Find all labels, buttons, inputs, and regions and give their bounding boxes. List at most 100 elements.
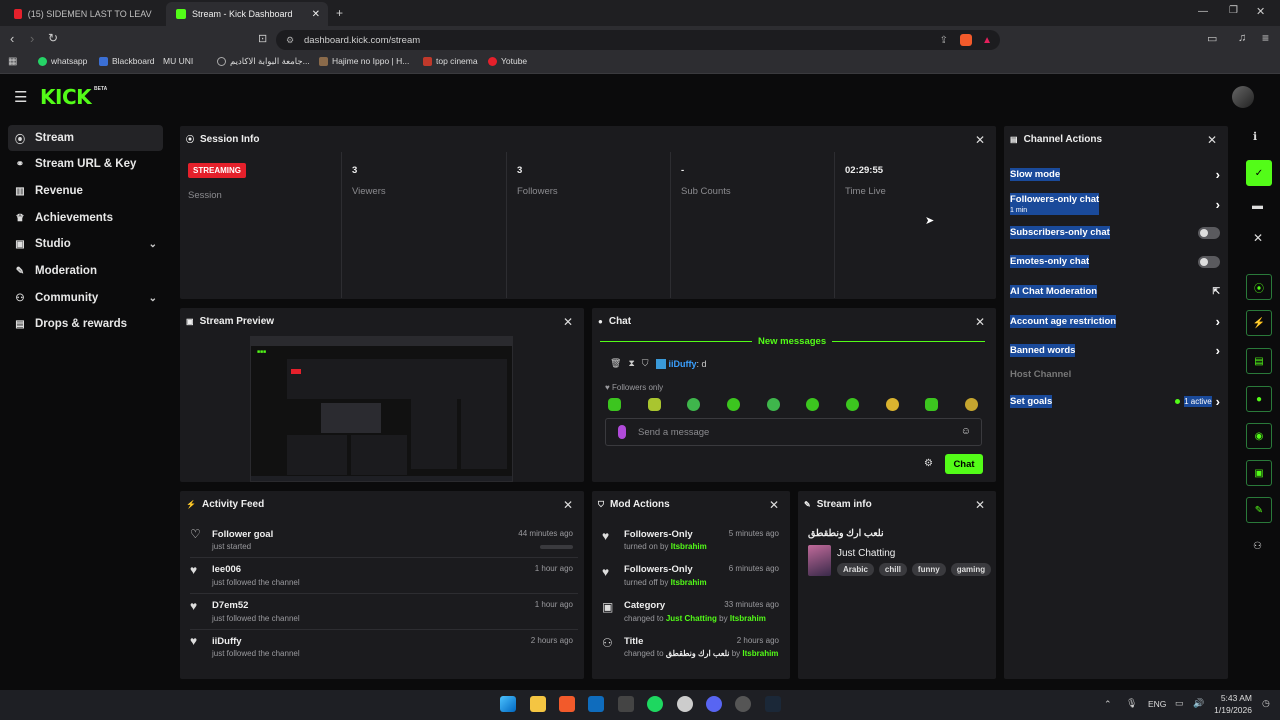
brave-shield-icon[interactable] bbox=[960, 34, 972, 46]
sidebar-item-achievements[interactable]: ♛ Achievements bbox=[8, 205, 163, 231]
broadcast-widget-button[interactable]: ◉ bbox=[1246, 423, 1272, 449]
bookmark-icon[interactable]: ⊡ bbox=[258, 32, 267, 45]
file-explorer-icon[interactable] bbox=[530, 696, 546, 712]
steelseries-icon[interactable] bbox=[677, 696, 693, 712]
banned-words-item[interactable]: Banned words › bbox=[1010, 343, 1220, 358]
account-age-item[interactable]: Account age restriction › bbox=[1010, 314, 1220, 329]
close-icon[interactable]: ✕ bbox=[975, 315, 985, 329]
sidebar-item-stream[interactable]: ⦿ Stream bbox=[8, 125, 163, 151]
share-icon[interactable]: ⇪ bbox=[940, 35, 948, 46]
language-indicator[interactable]: ENG bbox=[1148, 699, 1166, 709]
chat-input[interactable]: Send a message ☺ bbox=[605, 418, 982, 446]
emote-icon[interactable] bbox=[925, 398, 939, 411]
menu-icon[interactable]: ≡ bbox=[1262, 31, 1269, 45]
network-icon[interactable]: ▭ bbox=[1175, 698, 1184, 709]
emote-icon[interactable] bbox=[687, 398, 701, 411]
address-bar[interactable]: ⚙ dashboard.kick.com/stream ⇪ ▲ bbox=[276, 30, 1000, 50]
close-icon[interactable]: ✕ bbox=[563, 315, 573, 329]
sidebar-item-studio[interactable]: ▣ Studio ⌄ bbox=[8, 231, 163, 257]
close-icon[interactable]: ✕ bbox=[769, 498, 779, 512]
wrench-widget-button[interactable]: ✎ bbox=[1246, 497, 1272, 523]
microphone-icon[interactable] bbox=[618, 425, 626, 439]
followers-only-item[interactable]: Followers-only chat 1 min › bbox=[1010, 192, 1220, 216]
back-icon[interactable]: ‹ bbox=[10, 31, 14, 46]
emotes-only-item[interactable]: Emotes-only chat bbox=[1010, 255, 1220, 268]
app-icon[interactable] bbox=[735, 696, 751, 712]
sidebar-item-moderation[interactable]: ✎ Moderation bbox=[8, 258, 163, 284]
bookmark-item[interactable]: Hajime no Ippo | H... bbox=[319, 56, 409, 66]
brave-rewards-icon[interactable]: ▲ bbox=[982, 35, 992, 46]
windows-start-icon[interactable] bbox=[500, 696, 516, 712]
info-widget-button[interactable]: ▣ bbox=[1246, 460, 1272, 486]
emote-icon[interactable] bbox=[885, 398, 899, 411]
hamburger-menu-icon[interactable]: ☰ bbox=[14, 88, 27, 106]
notes-widget-button[interactable]: ▤ bbox=[1246, 348, 1272, 374]
tray-chevron-icon[interactable]: ⌃ bbox=[1104, 699, 1112, 710]
bookmark-item[interactable]: جامعة البوابة الاكاديم... bbox=[217, 56, 310, 67]
emote-icon[interactable] bbox=[845, 398, 859, 411]
chat-widget-button[interactable]: ● bbox=[1246, 386, 1272, 412]
maximize-icon[interactable]: ❐ bbox=[1229, 5, 1238, 16]
timeout-icon[interactable]: ⧗ bbox=[628, 358, 634, 369]
stream-category[interactable]: Just Chatting bbox=[837, 548, 895, 559]
clock-time[interactable]: 5:43 AM bbox=[1216, 693, 1252, 703]
emote-icon[interactable] bbox=[726, 398, 740, 411]
chat-send-button[interactable]: Chat bbox=[945, 454, 983, 474]
chat-username[interactable]: iiDuffy bbox=[669, 359, 697, 369]
close-icon[interactable]: ✕ bbox=[975, 133, 985, 147]
apps-grid-icon[interactable]: ▦ bbox=[8, 56, 17, 67]
media-icon[interactable]: ♫ bbox=[1238, 32, 1246, 44]
brave-browser-icon[interactable] bbox=[559, 696, 575, 712]
emote-icon[interactable] bbox=[964, 398, 978, 411]
info-icon[interactable]: ℹ bbox=[1253, 130, 1257, 143]
close-window-icon[interactable]: ✕ bbox=[1256, 5, 1265, 18]
community-widget-icon[interactable]: ⚇ bbox=[1253, 541, 1262, 552]
spotify-icon[interactable] bbox=[647, 696, 663, 712]
sidebar-item-revenue[interactable]: ▥ Revenue bbox=[8, 178, 163, 204]
avatar[interactable] bbox=[1232, 86, 1254, 108]
close-icon[interactable]: ✕ bbox=[563, 498, 573, 512]
close-tab-icon[interactable]: ✕ bbox=[312, 9, 320, 20]
site-info-icon[interactable]: ⚙ bbox=[286, 35, 294, 46]
slow-mode-item[interactable]: Slow mode › bbox=[1010, 167, 1220, 182]
microphone-icon[interactable]: 🎙 bbox=[1126, 698, 1137, 709]
stream-preview-video[interactable]: ■■■ bbox=[250, 336, 513, 482]
subscribers-only-item[interactable]: Subscribers-only chat bbox=[1010, 226, 1220, 239]
close-icon[interactable]: ✕ bbox=[1207, 133, 1217, 147]
bookmark-item[interactable]: whatsapp bbox=[38, 56, 87, 66]
category-thumbnail[interactable] bbox=[808, 545, 831, 576]
kick-logo[interactable]: KICK bbox=[40, 85, 92, 109]
browser-tab-active[interactable]: Stream - Kick Dashboard ✕ bbox=[166, 2, 328, 26]
lightning-widget-button[interactable]: ⚡ bbox=[1246, 310, 1272, 336]
bookmark-item[interactable]: top cinema bbox=[423, 56, 478, 66]
emotes-only-toggle[interactable] bbox=[1198, 255, 1220, 268]
shield-icon[interactable]: ⛉ bbox=[642, 358, 649, 369]
chat-settings-icon[interactable]: ⚙ bbox=[924, 458, 933, 469]
app-icon[interactable] bbox=[618, 696, 634, 712]
clock-date[interactable]: 1/19/2026 bbox=[1210, 705, 1252, 715]
new-tab-button[interactable]: + bbox=[336, 6, 343, 20]
layout-icon[interactable]: ▬ bbox=[1252, 200, 1263, 212]
subscribers-only-toggle[interactable] bbox=[1198, 226, 1220, 239]
sidebar-item-drops[interactable]: ▤ Drops & rewards bbox=[8, 311, 163, 337]
close-icon[interactable]: ✕ bbox=[975, 498, 985, 512]
volume-icon[interactable]: 🔊 bbox=[1193, 698, 1204, 709]
close-icon[interactable]: ✕ bbox=[1253, 231, 1263, 245]
emote-icon[interactable] bbox=[647, 398, 661, 411]
session-widget-button[interactable]: ⦿ bbox=[1246, 274, 1272, 300]
sidebar-toggle-icon[interactable]: ▭ bbox=[1207, 32, 1217, 45]
set-goals-item[interactable]: Set goals 1 active › bbox=[1010, 394, 1220, 409]
ai-moderation-item[interactable]: AI Chat Moderation ⇱ bbox=[1010, 285, 1220, 298]
browser-tab[interactable]: (15) SIDEMEN LAST TO LEAVE THE AI bbox=[4, 2, 162, 26]
steam-icon[interactable] bbox=[765, 696, 781, 712]
check-button[interactable]: ✓ bbox=[1246, 160, 1272, 186]
delete-icon[interactable]: 🗑 bbox=[610, 358, 621, 369]
sidebar-item-community[interactable]: ⚇ Community ⌄ bbox=[8, 285, 163, 311]
emote-icon[interactable] bbox=[766, 398, 780, 411]
reload-icon[interactable]: ↻ bbox=[48, 31, 58, 45]
sidebar-item-stream-url[interactable]: ⚭ Stream URL & Key bbox=[8, 151, 163, 177]
bookmark-item[interactable]: Blackboard bbox=[99, 56, 155, 66]
emote-icon[interactable] bbox=[608, 398, 621, 411]
discord-icon[interactable] bbox=[706, 696, 722, 712]
mail-icon[interactable] bbox=[588, 696, 604, 712]
